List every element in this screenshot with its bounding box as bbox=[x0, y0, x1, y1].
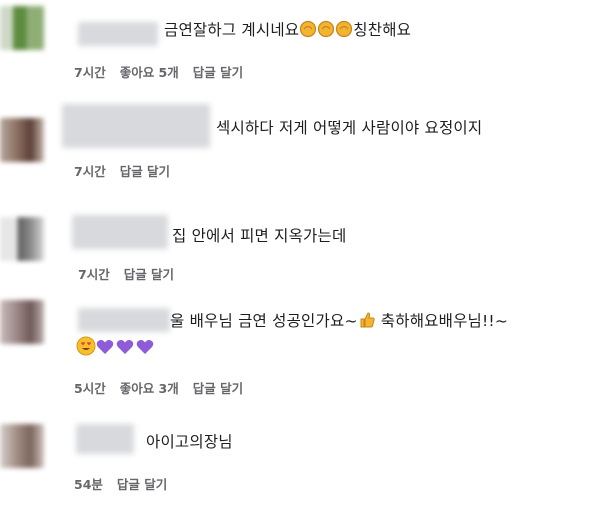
timestamp[interactable]: 5시간 bbox=[74, 381, 106, 396]
reply-link[interactable]: 답글 달기 bbox=[193, 65, 243, 80]
timestamp[interactable]: 54분 bbox=[74, 477, 103, 492]
commenter-name[interactable] bbox=[76, 424, 134, 454]
comment-meta: 54분 답글 달기 bbox=[74, 477, 181, 493]
comment-meta: 7시간 답글 달기 bbox=[74, 164, 184, 180]
comment-meta: 7시간 답글 달기 bbox=[78, 267, 188, 283]
comment-3: 집 안에서 피면 지옥가는데 7시간 답글 달기 bbox=[0, 205, 600, 295]
reply-link[interactable]: 답글 달기 bbox=[124, 267, 174, 282]
avatar[interactable] bbox=[0, 118, 44, 162]
avatar[interactable] bbox=[0, 300, 44, 344]
purple-heart-icon bbox=[136, 338, 154, 354]
comment-meta: 7시간 좋아요 5개 답글 달기 bbox=[74, 65, 257, 81]
comment-meta: 5시간 좋아요 3개 답글 달기 bbox=[74, 381, 257, 397]
reply-link[interactable]: 답글 달기 bbox=[120, 164, 170, 179]
clapping-hands-icon bbox=[317, 20, 335, 45]
timestamp[interactable]: 7시간 bbox=[78, 267, 110, 282]
avatar[interactable] bbox=[0, 6, 44, 50]
comment-text: 울 배우님 금연 성공인가요~ 축하해요배우님!!~ bbox=[170, 309, 508, 336]
like-count[interactable]: 좋아요 3개 bbox=[120, 381, 179, 396]
comment-text: 집 안에서 피면 지옥가는데 bbox=[172, 227, 347, 245]
comment-5: 아이고의장님 54분 답글 달기 bbox=[0, 418, 600, 506]
commenter-name[interactable] bbox=[72, 215, 168, 249]
avatar[interactable] bbox=[0, 217, 44, 261]
comment-1: 금연잘하그 계시네요 칭찬해요 7시간 좋아요 5개 답글 달기 bbox=[0, 0, 600, 90]
commenter-name[interactable] bbox=[78, 308, 170, 332]
comment-text-part: 금연잘하그 계시네요 bbox=[164, 21, 300, 39]
reply-link[interactable]: 답글 달기 bbox=[193, 381, 243, 396]
timestamp[interactable]: 7시간 bbox=[74, 65, 106, 80]
comment-text-part: 울 배우님 금연 성공인가요~ bbox=[170, 312, 358, 330]
comment-text: 아이고의장님 bbox=[146, 433, 233, 451]
clapping-hands-icon bbox=[299, 20, 317, 45]
purple-heart-icon bbox=[116, 338, 134, 354]
like-count[interactable]: 좋아요 5개 bbox=[120, 65, 179, 80]
comment-text-part: 축하해요배우님!!~ bbox=[380, 312, 509, 330]
comment-4: 울 배우님 금연 성공인가요~ 축하해요배우님!!~ 5시간 좋아요 3개 답글 달… bbox=[0, 296, 600, 406]
commenter-name[interactable] bbox=[62, 104, 210, 148]
clapping-hands-icon bbox=[335, 20, 353, 45]
comment-emoji-line bbox=[76, 336, 156, 363]
comment-text: 섹시하다 저게 어떻게 사람이야 요정이지 bbox=[216, 119, 483, 137]
heart-eyes-icon bbox=[76, 336, 96, 363]
purple-heart-icon bbox=[96, 338, 114, 354]
reply-link[interactable]: 답글 달기 bbox=[117, 477, 167, 492]
thumbs-up-icon bbox=[358, 311, 376, 336]
timestamp[interactable]: 7시간 bbox=[74, 164, 106, 179]
avatar[interactable] bbox=[0, 424, 44, 468]
comment-2: 섹시하다 저게 어떻게 사람이야 요정이지 7시간 답글 달기 bbox=[0, 100, 600, 200]
comment-text-part: 칭찬해요 bbox=[353, 21, 412, 39]
comment-text: 금연잘하그 계시네요 칭찬해요 bbox=[164, 18, 411, 45]
commenter-name[interactable] bbox=[78, 22, 158, 46]
